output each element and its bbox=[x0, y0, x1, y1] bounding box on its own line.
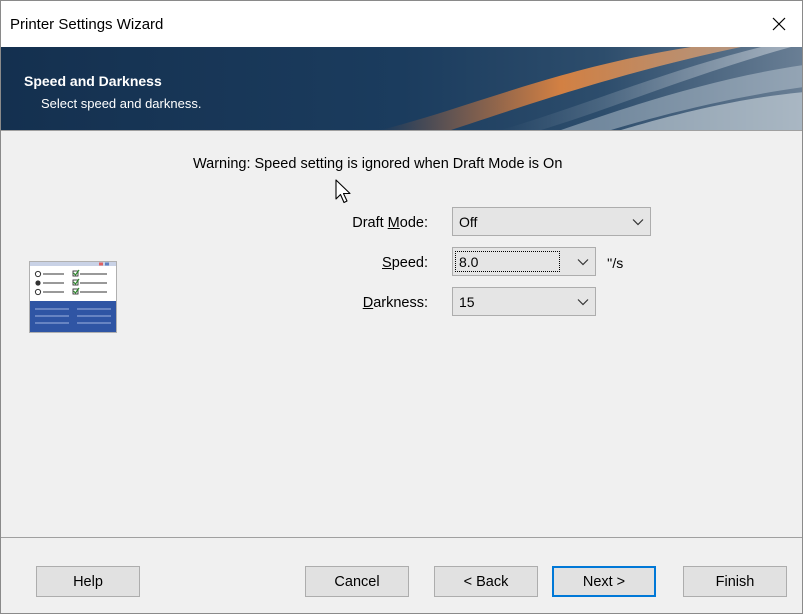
header-title: Speed and Darkness bbox=[24, 73, 162, 89]
help-button[interactable]: Help bbox=[36, 566, 140, 597]
speed-label-post: peed: bbox=[391, 255, 428, 271]
darkness-dropdown[interactable]: 15 bbox=[452, 287, 596, 316]
darkness-label-post: arkness: bbox=[373, 295, 428, 311]
draft-mode-label: Draft Mode: bbox=[352, 215, 428, 231]
header-subtitle: Select speed and darkness. bbox=[41, 96, 202, 111]
speed-label: Speed: bbox=[382, 255, 428, 271]
mouse-cursor-icon bbox=[335, 179, 351, 204]
back-button[interactable]: < Back bbox=[434, 566, 538, 597]
darkness-label-accel: D bbox=[362, 295, 374, 311]
draft-mode-value: Off bbox=[459, 214, 478, 230]
settings-form-icon bbox=[29, 261, 117, 333]
warning-text: Warning: Speed setting is ignored when D… bbox=[193, 156, 563, 172]
draft-mode-label-pre: Draft bbox=[352, 215, 388, 231]
footer-divider bbox=[1, 537, 802, 538]
speed-label-accel: S bbox=[382, 255, 392, 271]
chevron-down-icon bbox=[632, 219, 644, 226]
close-icon bbox=[772, 17, 786, 31]
next-button[interactable]: Next > bbox=[552, 566, 656, 597]
header-divider bbox=[1, 130, 802, 131]
draft-mode-label-accel: M bbox=[387, 215, 400, 231]
darkness-label: Darkness: bbox=[363, 295, 428, 311]
draft-mode-label-post: ode: bbox=[399, 215, 428, 231]
window-title: Printer Settings Wizard bbox=[10, 16, 164, 33]
draft-mode-dropdown[interactable]: Off bbox=[452, 207, 651, 236]
cancel-button[interactable]: Cancel bbox=[305, 566, 409, 597]
speed-dropdown[interactable]: 8.0 bbox=[452, 247, 596, 276]
title-bar: Printer Settings Wizard bbox=[1, 1, 802, 47]
close-button[interactable] bbox=[756, 1, 802, 47]
wizard-window: Printer Settings Wizard Speed and Darkne… bbox=[0, 0, 803, 614]
speed-value: 8.0 bbox=[459, 254, 479, 270]
wizard-header-banner: Speed and Darkness Select speed and dark… bbox=[1, 47, 802, 130]
chevron-down-icon bbox=[577, 259, 589, 266]
speed-unit: ''/s bbox=[607, 255, 624, 271]
darkness-value: 15 bbox=[459, 294, 475, 310]
finish-button[interactable]: Finish bbox=[683, 566, 787, 597]
chevron-down-icon bbox=[577, 299, 589, 306]
